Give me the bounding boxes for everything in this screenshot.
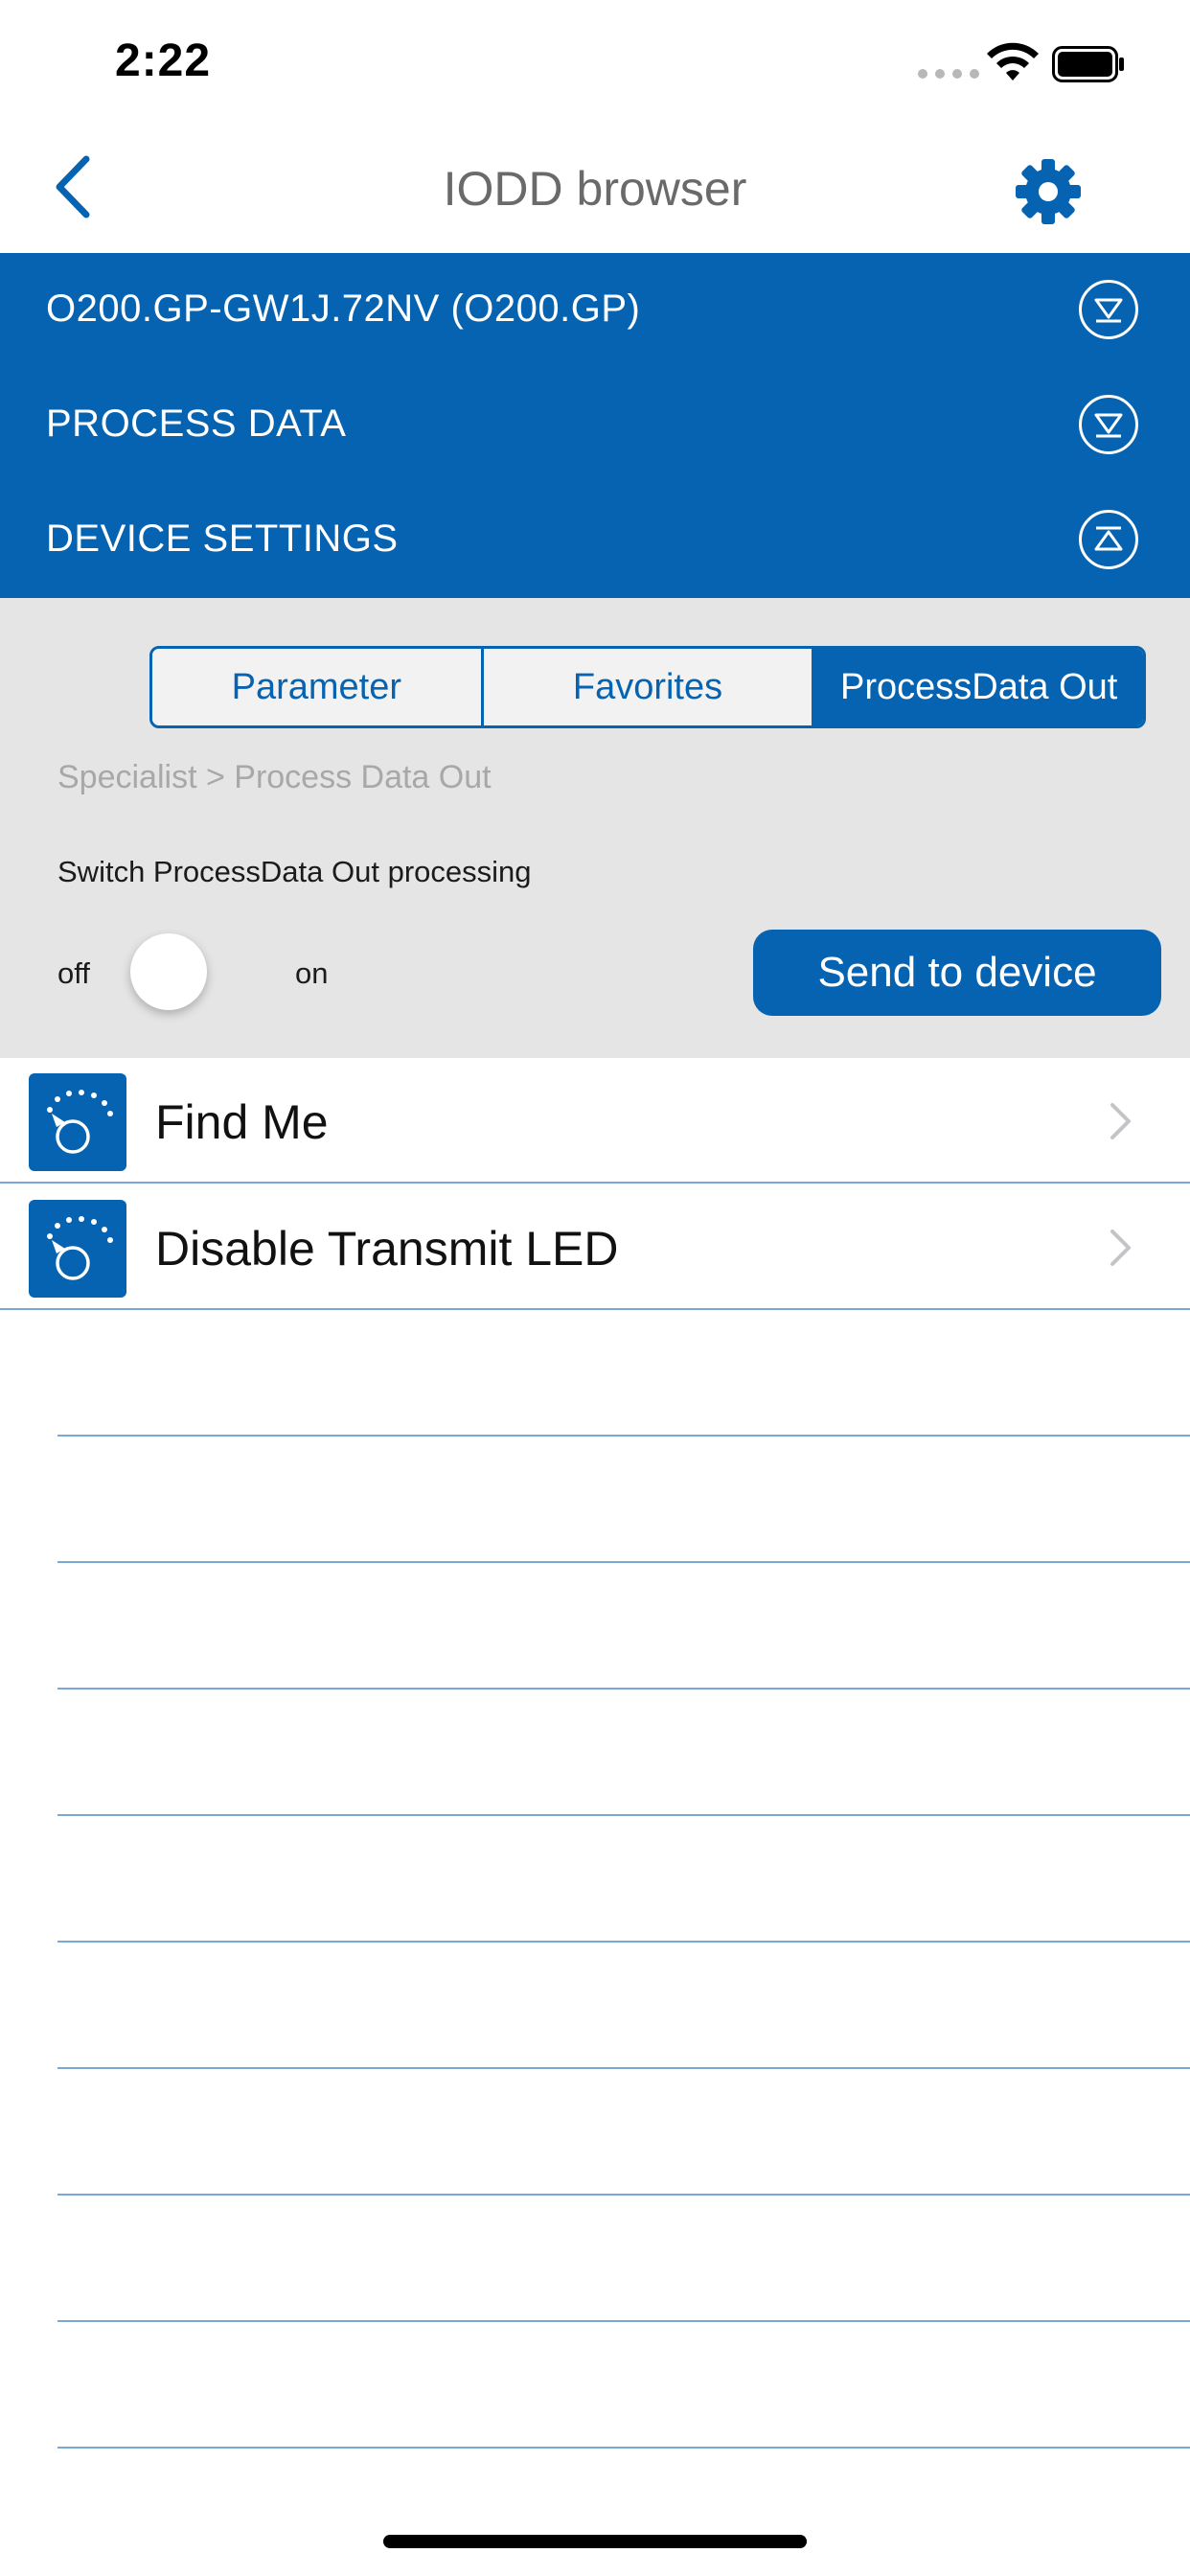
send-to-device-button[interactable]: Send to device <box>753 930 1161 1016</box>
divider <box>57 2067 1190 2069</box>
chevron-right-icon <box>1110 1230 1131 1266</box>
list-item-find-me[interactable]: Find Me <box>0 1058 1190 1184</box>
breadcrumb: Specialist > Process Data Out <box>57 759 492 795</box>
divider <box>0 1308 1190 1310</box>
page-title: IODD browser <box>443 162 747 216</box>
list-item-label: Disable Transmit LED <box>155 1222 619 1276</box>
divider <box>0 1182 1190 1184</box>
section-device-settings[interactable]: DEVICE SETTINGS <box>0 483 1190 598</box>
toggle-knob[interactable] <box>130 933 207 1010</box>
expand-icon[interactable] <box>1079 280 1138 339</box>
section-device-label: O200.GP-GW1J.72NV (O200.GP) <box>46 288 641 330</box>
tab-parameter[interactable]: Parameter <box>152 649 481 725</box>
segmented-control: Parameter Favorites ProcessData Out <box>149 646 1146 728</box>
divider <box>57 1561 1190 1563</box>
dial-icon <box>29 1200 126 1298</box>
section-device[interactable]: O200.GP-GW1J.72NV (O200.GP) <box>0 253 1190 368</box>
chevron-right-icon <box>1110 1103 1131 1139</box>
divider <box>57 1941 1190 1943</box>
list-item-label: Find Me <box>155 1095 329 1149</box>
divider <box>57 2194 1190 2196</box>
battery-icon <box>1052 46 1124 82</box>
tab-favorites[interactable]: Favorites <box>480 649 812 725</box>
section-process-data-label: PROCESS DATA <box>46 402 347 445</box>
status-time: 2:22 <box>115 35 212 86</box>
switch-off-label: off <box>57 956 90 990</box>
section-process-data[interactable]: PROCESS DATA <box>0 368 1190 483</box>
divider <box>57 2320 1190 2322</box>
collapse-icon[interactable] <box>1079 510 1138 569</box>
switch-on-label: on <box>295 956 329 990</box>
gear-icon[interactable] <box>1014 157 1083 226</box>
list-item-disable-transmit-led[interactable]: Disable Transmit LED <box>0 1184 1190 1311</box>
wifi-icon <box>987 42 1039 80</box>
expand-icon[interactable] <box>1079 395 1138 454</box>
divider <box>57 1814 1190 1816</box>
tab-processdata-out[interactable]: ProcessData Out <box>812 649 1143 725</box>
home-indicator[interactable] <box>383 2535 807 2548</box>
switch-label: Switch ProcessData Out processing <box>57 855 532 888</box>
dial-icon <box>29 1073 126 1171</box>
cellular-signal-icon <box>918 69 979 79</box>
section-device-settings-label: DEVICE SETTINGS <box>46 518 399 560</box>
divider <box>57 1435 1190 1437</box>
divider <box>57 2447 1190 2449</box>
device-header-panel: O200.GP-GW1J.72NV (O200.GP) PROCESS DATA… <box>0 253 1190 598</box>
divider <box>57 1688 1190 1690</box>
